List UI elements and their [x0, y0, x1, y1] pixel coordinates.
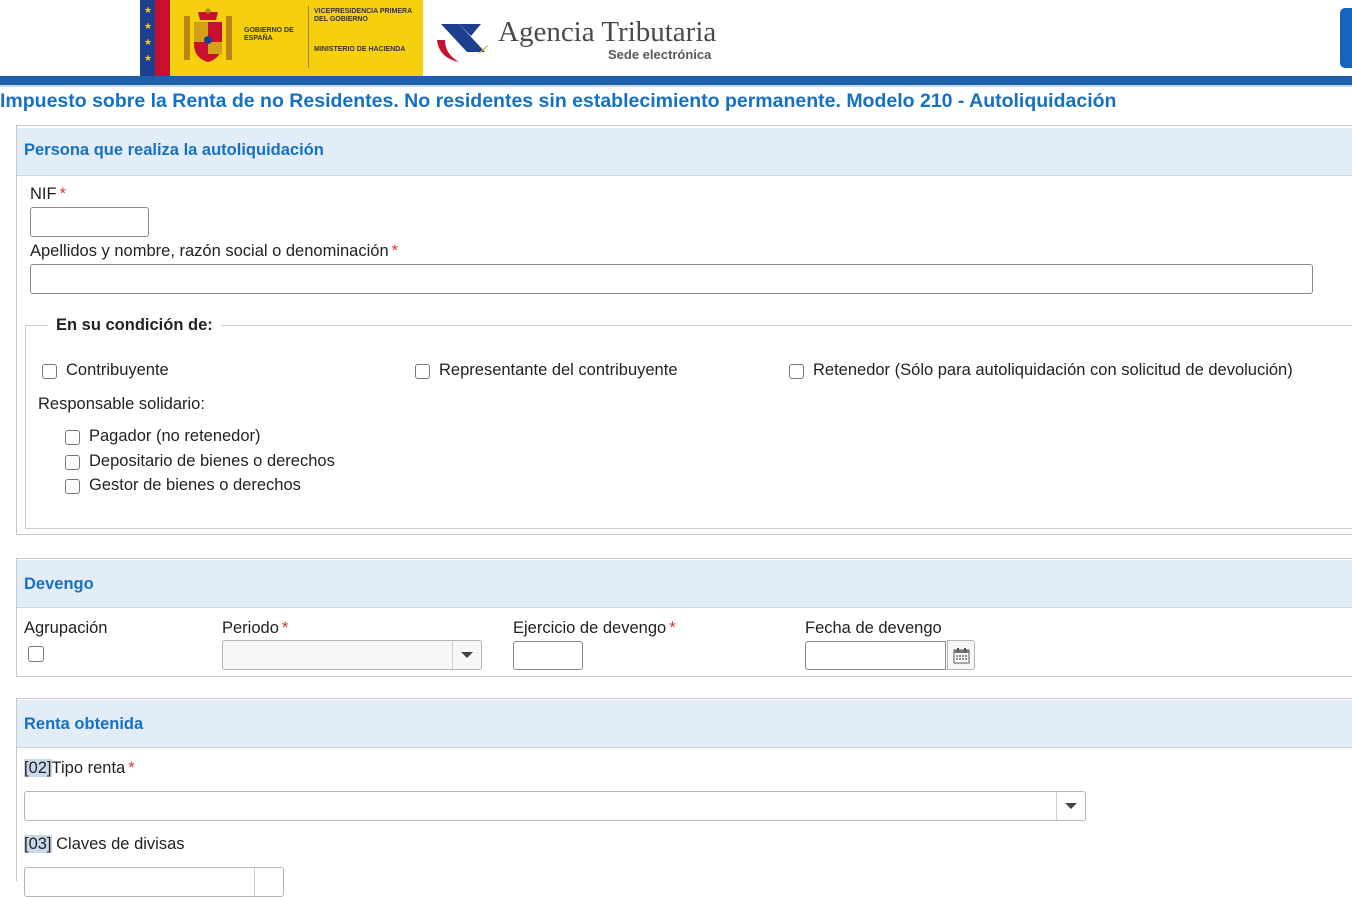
pagador-checkbox[interactable]	[65, 430, 80, 445]
persona-section-title: Persona que realiza la autoliquidación	[24, 141, 324, 159]
condicion-legend: En su condición de:	[48, 316, 221, 335]
nombre-label: Apellidos y nombre, razón social o denom…	[30, 242, 399, 260]
periodo-select[interactable]	[222, 640, 482, 670]
representante-checkbox[interactable]	[415, 364, 430, 379]
logo-divider	[308, 6, 309, 68]
pagador-label[interactable]: Pagador (no retenedor)	[89, 427, 261, 446]
tipo-renta-label: [02]Tipo renta *	[24, 759, 135, 777]
calendar-button[interactable]	[947, 640, 975, 670]
divisas-code: [03]	[24, 835, 52, 853]
divisas-dropdown-button[interactable]	[254, 868, 283, 896]
renta-section-header: Renta obtenida	[17, 700, 1352, 748]
vicepresidency-name: VICEPRESIDENCIA PRIMERA DEL GOBIERNO	[314, 8, 412, 23]
ejercicio-label: Ejercicio de devengo *	[513, 619, 676, 637]
nombre-input[interactable]	[30, 264, 1313, 294]
ministry-name: MINISTERIO DE HACIENDA	[314, 46, 406, 53]
depositario-checkbox[interactable]	[65, 455, 80, 470]
periodo-label: Periodo *	[222, 619, 289, 637]
tipo-renta-code: [02]	[24, 759, 52, 777]
agrupacion-checkbox[interactable]	[28, 646, 44, 662]
ejercicio-input[interactable]	[513, 641, 583, 670]
responsable-solidario-label: Responsable solidario:	[38, 395, 205, 413]
chevron-down-icon	[1065, 803, 1077, 809]
condicion-fieldset: En su condición de: Contribuyente Repres…	[25, 316, 1352, 529]
depositario-label[interactable]: Depositario de bienes o derechos	[89, 452, 335, 471]
periodo-dropdown-button[interactable]	[452, 641, 481, 669]
fecha-label: Fecha de devengo	[805, 619, 942, 637]
government-logo-strip: ★ ★ ★ ★ GOBIERNO DE ESPAÑA VICEPRESIDENC…	[140, 0, 423, 76]
gestor-checkbox[interactable]	[65, 479, 80, 494]
side-menu-tab[interactable]	[1340, 8, 1352, 68]
page-title: Impuesto sobre la Renta de no Residentes…	[0, 90, 1117, 112]
government-name: GOBIERNO DE ESPAÑA	[244, 27, 294, 42]
agency-subtitle: Sede electrónica	[608, 47, 712, 62]
renta-section: Renta obtenida [02]Tipo renta * [03] Clav…	[16, 698, 1352, 897]
chevron-down-icon	[461, 652, 473, 658]
agencia-tributaria-logo-icon[interactable]	[433, 10, 493, 66]
persona-section: Persona que realiza la autoliquidación N…	[16, 125, 1352, 535]
site-header: ★ ★ ★ ★ GOBIERNO DE ESPAÑA VICEPRESIDENC…	[0, 0, 1352, 76]
renta-section-title: Renta obtenida	[24, 715, 144, 733]
contribuyente-checkbox[interactable]	[42, 364, 57, 379]
contribuyente-label[interactable]: Contribuyente	[66, 361, 169, 380]
representante-label[interactable]: Representante del contribuyente	[439, 361, 678, 380]
spain-coat-of-arms-icon	[184, 8, 232, 62]
nif-label: NIF *	[30, 185, 67, 203]
eu-flag-icon: ★ ★ ★ ★	[140, 0, 170, 76]
header-blue-bar	[0, 76, 1352, 85]
fecha-input[interactable]	[805, 641, 946, 670]
nif-input[interactable]	[30, 207, 149, 237]
persona-section-header: Persona que realiza la autoliquidación	[17, 128, 1352, 176]
devengo-section-header: Devengo	[17, 560, 1352, 608]
header-thin-bar	[0, 85, 1352, 87]
retenedor-checkbox[interactable]	[789, 364, 804, 379]
agency-name[interactable]: Agencia Tributaria	[498, 16, 716, 49]
divisas-select[interactable]	[24, 867, 284, 897]
devengo-section: Devengo Agrupación Periodo * Ejercicio de…	[16, 558, 1352, 677]
gestor-label[interactable]: Gestor de bienes o derechos	[89, 476, 301, 495]
divisas-label: [03] Claves de divisas	[24, 835, 185, 853]
tipo-renta-dropdown-button[interactable]	[1056, 792, 1085, 820]
retenedor-label[interactable]: Retenedor (Sólo para autoliquidación con…	[813, 361, 1293, 380]
agrupacion-label: Agrupación	[24, 619, 108, 637]
tipo-renta-select[interactable]	[24, 791, 1086, 821]
calendar-icon	[953, 648, 970, 664]
devengo-section-title: Devengo	[24, 575, 94, 593]
